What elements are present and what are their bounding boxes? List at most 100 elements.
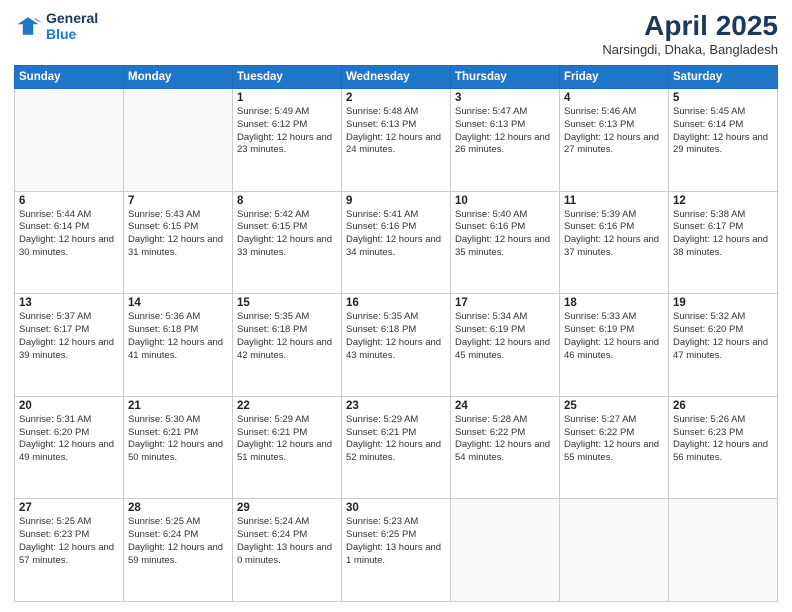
day-info: Sunrise: 5:41 AMSunset: 6:16 PMDaylight:… [346,209,446,260]
calendar-cell: 14 Sunrise: 5:36 AMSunset: 6:18 PMDayligh… [124,294,233,397]
day-number: 28 [128,502,228,514]
logo-icon [14,12,42,40]
logo-text: General Blue [46,10,98,42]
day-info: Sunrise: 5:33 AMSunset: 6:19 PMDaylight:… [564,311,664,362]
col-saturday: Saturday [669,66,778,89]
day-number: 2 [346,92,446,104]
day-info: Sunrise: 5:37 AMSunset: 6:17 PMDaylight:… [19,311,119,362]
week-row-2: 13 Sunrise: 5:37 AMSunset: 6:17 PMDayligh… [15,294,778,397]
calendar-cell: 25 Sunrise: 5:27 AMSunset: 6:22 PMDayligh… [560,396,669,499]
calendar-cell: 7Sunrise: 5:43 AMSunset: 6:15 PMDaylight… [124,191,233,294]
calendar-cell: 23 Sunrise: 5:29 AMSunset: 6:21 PMDayligh… [342,396,451,499]
logo: General Blue [14,10,98,42]
col-wednesday: Wednesday [342,66,451,89]
calendar-cell: 15 Sunrise: 5:35 AMSunset: 6:18 PMDayligh… [233,294,342,397]
day-number: 26 [673,400,773,412]
calendar-cell: 17Sunrise: 5:34 AMSunset: 6:19 PMDayligh… [451,294,560,397]
calendar-cell: 2 Sunrise: 5:48 AMSunset: 6:13 PMDaylight… [342,89,451,192]
calendar-cell: 1Sunrise: 5:49 AMSunset: 6:12 PMDaylight… [233,89,342,192]
day-number: 27 [19,502,119,514]
day-info: Sunrise: 5:46 AMSunset: 6:13 PMDaylight:… [564,106,664,157]
calendar-cell: 4 Sunrise: 5:46 AMSunset: 6:13 PMDaylight… [560,89,669,192]
day-info: Sunrise: 5:35 AMSunset: 6:18 PMDaylight:… [237,311,337,362]
day-info: Sunrise: 5:49 AMSunset: 6:12 PMDaylight:… [237,106,337,157]
day-number: 20 [19,400,119,412]
day-number: 23 [346,400,446,412]
day-number: 19 [673,297,773,309]
day-number: 18 [564,297,664,309]
day-number: 24 [455,400,555,412]
day-info: Sunrise: 5:45 AMSunset: 6:14 PMDaylight:… [673,106,773,157]
calendar-cell: 30 Sunrise: 5:23 AMSunset: 6:25 PMDayligh… [342,499,451,602]
day-info: Sunrise: 5:42 AMSunset: 6:15 PMDaylight:… [237,209,337,260]
day-info: Sunrise: 5:44 AMSunset: 6:14 PMDaylight:… [19,209,119,260]
calendar-cell: 22Sunrise: 5:29 AMSunset: 6:21 PMDayligh… [233,396,342,499]
day-info: Sunrise: 5:36 AMSunset: 6:18 PMDaylight:… [128,311,228,362]
day-number: 11 [564,195,664,207]
day-number: 7 [128,195,228,207]
day-number: 3 [455,92,555,104]
day-number: 10 [455,195,555,207]
week-row-4: 27 Sunrise: 5:25 AMSunset: 6:23 PMDayligh… [15,499,778,602]
day-info: Sunrise: 5:29 AMSunset: 6:21 PMDaylight:… [237,414,337,465]
day-info: Sunrise: 5:30 AMSunset: 6:21 PMDaylight:… [128,414,228,465]
day-info: Sunrise: 5:48 AMSunset: 6:13 PMDaylight:… [346,106,446,157]
col-sunday: Sunday [15,66,124,89]
day-info: Sunrise: 5:38 AMSunset: 6:17 PMDaylight:… [673,209,773,260]
day-number: 25 [564,400,664,412]
col-thursday: Thursday [451,66,560,89]
calendar-cell: 16 Sunrise: 5:35 AMSunset: 6:18 PMDayligh… [342,294,451,397]
day-info: Sunrise: 5:24 AMSunset: 6:24 PMDaylight:… [237,516,337,567]
calendar-cell: 24Sunrise: 5:28 AMSunset: 6:22 PMDayligh… [451,396,560,499]
calendar-cell: 12Sunrise: 5:38 AMSunset: 6:17 PMDayligh… [669,191,778,294]
calendar-cell: 9 Sunrise: 5:41 AMSunset: 6:16 PMDaylight… [342,191,451,294]
day-number: 15 [237,297,337,309]
day-number: 29 [237,502,337,514]
calendar-cell: 13 Sunrise: 5:37 AMSunset: 6:17 PMDayligh… [15,294,124,397]
day-info: Sunrise: 5:31 AMSunset: 6:20 PMDaylight:… [19,414,119,465]
header: General Blue April 2025 Narsingdi, Dhaka… [14,10,778,57]
day-info: Sunrise: 5:47 AMSunset: 6:13 PMDaylight:… [455,106,555,157]
col-tuesday: Tuesday [233,66,342,89]
calendar-cell: 27 Sunrise: 5:25 AMSunset: 6:23 PMDayligh… [15,499,124,602]
calendar-cell: 5Sunrise: 5:45 AMSunset: 6:14 PMDaylight… [669,89,778,192]
day-number: 21 [128,400,228,412]
page: General Blue April 2025 Narsingdi, Dhaka… [0,0,792,612]
week-row-3: 20 Sunrise: 5:31 AMSunset: 6:20 PMDayligh… [15,396,778,499]
day-info: Sunrise: 5:23 AMSunset: 6:25 PMDaylight:… [346,516,446,567]
calendar-cell: 26 Sunrise: 5:26 AMSunset: 6:23 PMDayligh… [669,396,778,499]
subtitle: Narsingdi, Dhaka, Bangladesh [602,42,778,57]
day-number: 30 [346,502,446,514]
calendar-cell: 20 Sunrise: 5:31 AMSunset: 6:20 PMDayligh… [15,396,124,499]
calendar-table: Sunday Monday Tuesday Wednesday Thursday… [14,65,778,602]
day-info: Sunrise: 5:27 AMSunset: 6:22 PMDaylight:… [564,414,664,465]
day-info: Sunrise: 5:25 AMSunset: 6:23 PMDaylight:… [19,516,119,567]
calendar-cell: 8 Sunrise: 5:42 AMSunset: 6:15 PMDaylight… [233,191,342,294]
day-number: 9 [346,195,446,207]
day-info: Sunrise: 5:40 AMSunset: 6:16 PMDaylight:… [455,209,555,260]
week-row-0: 1Sunrise: 5:49 AMSunset: 6:12 PMDaylight… [15,89,778,192]
day-info: Sunrise: 5:26 AMSunset: 6:23 PMDaylight:… [673,414,773,465]
title-block: April 2025 Narsingdi, Dhaka, Bangladesh [602,10,778,57]
col-monday: Monday [124,66,233,89]
day-info: Sunrise: 5:39 AMSunset: 6:16 PMDaylight:… [564,209,664,260]
day-info: Sunrise: 5:29 AMSunset: 6:21 PMDaylight:… [346,414,446,465]
day-number: 16 [346,297,446,309]
calendar-cell: 21 Sunrise: 5:30 AMSunset: 6:21 PMDayligh… [124,396,233,499]
day-number: 6 [19,195,119,207]
day-number: 4 [564,92,664,104]
calendar-cell: 28 Sunrise: 5:25 AMSunset: 6:24 PMDayligh… [124,499,233,602]
calendar-cell: 18 Sunrise: 5:33 AMSunset: 6:19 PMDayligh… [560,294,669,397]
calendar-cell: 3 Sunrise: 5:47 AMSunset: 6:13 PMDaylight… [451,89,560,192]
calendar-cell: 19Sunrise: 5:32 AMSunset: 6:20 PMDayligh… [669,294,778,397]
calendar-body: 1Sunrise: 5:49 AMSunset: 6:12 PMDaylight… [15,89,778,602]
calendar-cell: 6 Sunrise: 5:44 AMSunset: 6:14 PMDaylight… [15,191,124,294]
day-number: 14 [128,297,228,309]
day-info: Sunrise: 5:25 AMSunset: 6:24 PMDaylight:… [128,516,228,567]
day-info: Sunrise: 5:35 AMSunset: 6:18 PMDaylight:… [346,311,446,362]
day-number: 8 [237,195,337,207]
week-row-1: 6 Sunrise: 5:44 AMSunset: 6:14 PMDaylight… [15,191,778,294]
day-number: 13 [19,297,119,309]
calendar-cell [451,499,560,602]
col-friday: Friday [560,66,669,89]
